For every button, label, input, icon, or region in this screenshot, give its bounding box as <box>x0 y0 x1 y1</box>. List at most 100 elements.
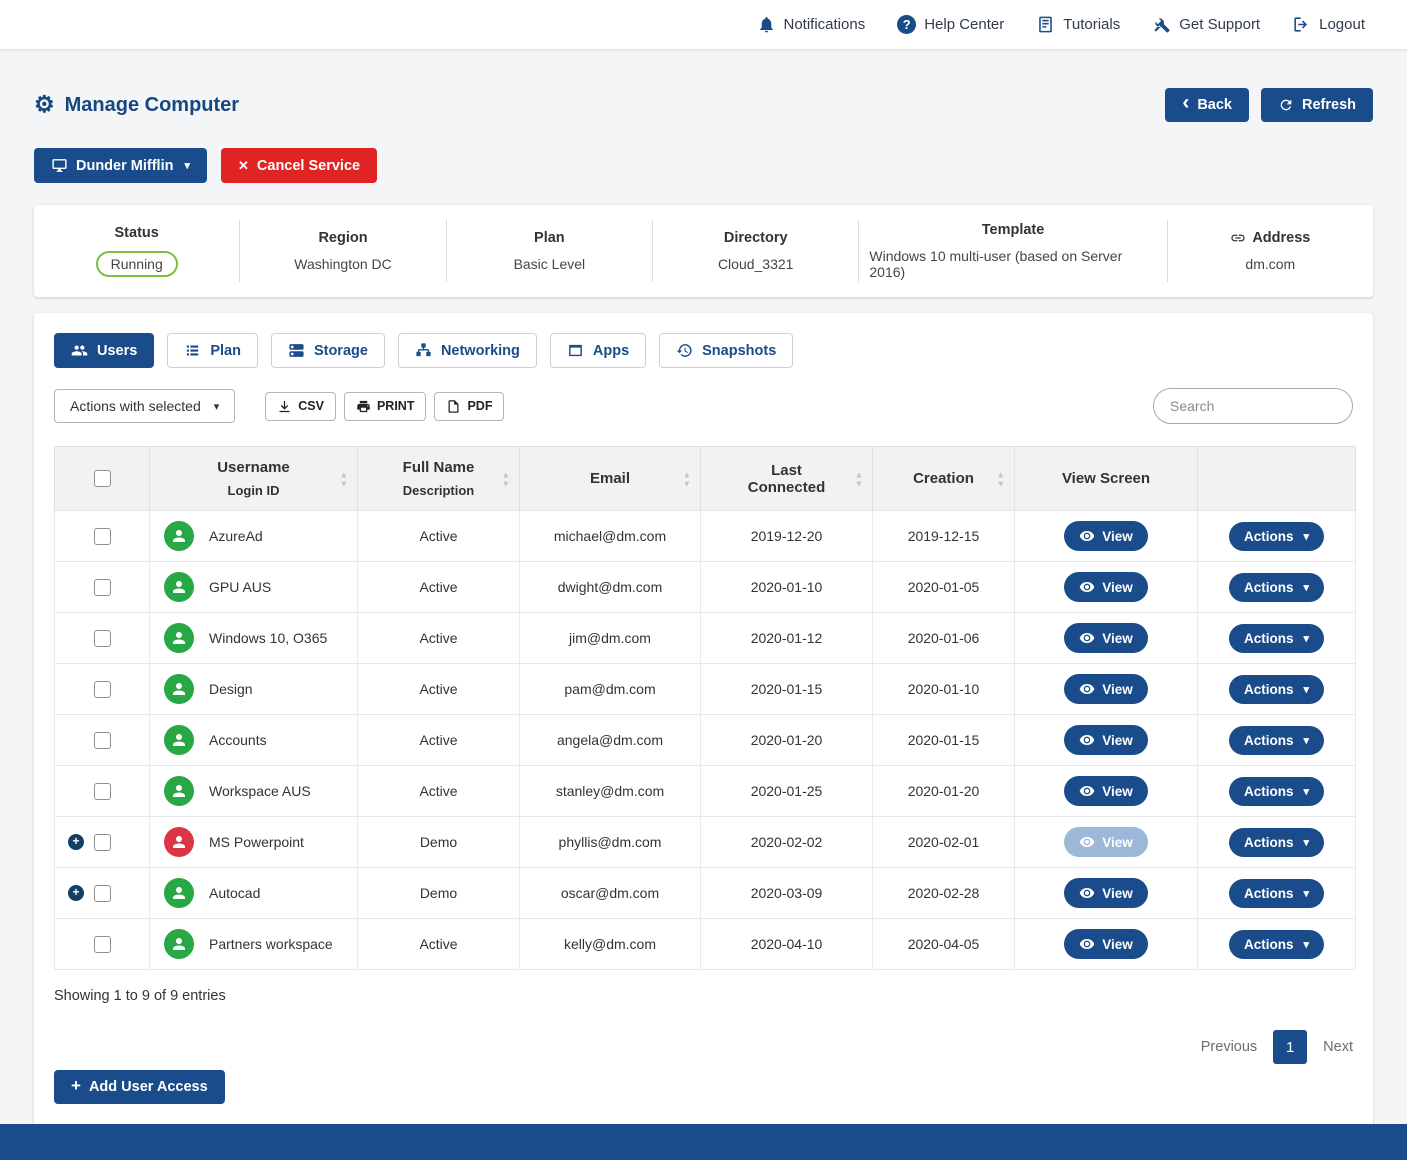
logout-icon <box>1292 15 1311 34</box>
view-button[interactable]: View <box>1064 929 1148 959</box>
row-checkbox[interactable] <box>94 732 111 749</box>
creation-cell: 2020-04-05 <box>873 919 1015 970</box>
row-checkbox[interactable] <box>94 783 111 800</box>
page-1-button[interactable]: 1 <box>1273 1030 1307 1064</box>
tab-users[interactable]: Users <box>54 333 154 368</box>
view-button[interactable]: View <box>1064 776 1148 806</box>
storage-drive-icon <box>288 342 305 359</box>
tutorials-menu-item[interactable]: Tutorials <box>1036 15 1120 34</box>
view-button[interactable]: View <box>1064 725 1148 755</box>
header-full-name[interactable]: Full Name Description <box>358 447 520 511</box>
username-text: Windows 10, O365 <box>209 630 327 646</box>
add-user-access-button[interactable]: Add User Access <box>54 1070 225 1104</box>
export-pdf-button[interactable]: PDF <box>434 392 504 421</box>
x-icon <box>238 158 249 174</box>
table-row: Autocad Demo oscar@dm.com 2020-03-09 202… <box>55 868 1356 919</box>
table-row: GPU AUS Active dwight@dm.com 2020-01-10 … <box>55 562 1356 613</box>
view-button[interactable]: View <box>1064 521 1148 551</box>
notifications-menu-item[interactable]: Notifications <box>757 15 866 34</box>
search-input[interactable] <box>1153 388 1353 424</box>
apps-window-icon <box>567 342 584 359</box>
status-badge: Running <box>96 251 178 277</box>
user-avatar-icon <box>164 776 194 806</box>
email-cell: pam@dm.com <box>520 664 701 715</box>
view-button[interactable]: View <box>1064 674 1148 704</box>
user-avatar-icon <box>164 572 194 602</box>
view-button[interactable]: View <box>1064 878 1148 908</box>
export-csv-button[interactable]: CSV <box>265 392 336 421</box>
row-actions-dropdown[interactable]: Actions <box>1229 879 1324 908</box>
snapshots-history-icon <box>676 342 693 359</box>
table-row: Workspace AUS Active stanley@dm.com 2020… <box>55 766 1356 817</box>
header-email[interactable]: Email <box>520 447 701 511</box>
computer-selector-dropdown[interactable]: Dunder Mifflin <box>34 148 207 183</box>
view-button[interactable]: View <box>1064 572 1148 602</box>
header-last-connected[interactable]: Last Connected <box>701 447 873 511</box>
row-checkbox[interactable] <box>94 936 111 953</box>
row-checkbox[interactable] <box>94 528 111 545</box>
help-center-menu-item[interactable]: Help Center <box>897 15 1004 34</box>
full-name-cell: Active <box>358 715 520 766</box>
logout-menu-item[interactable]: Logout <box>1292 15 1365 34</box>
header-select-all <box>55 447 150 511</box>
tab-apps[interactable]: Apps <box>550 333 646 368</box>
eye-icon <box>1079 528 1095 544</box>
showing-entries-text: Showing 1 to 9 of 9 entries <box>54 988 1353 1004</box>
tab-storage[interactable]: Storage <box>271 333 385 368</box>
previous-page-button[interactable]: Previous <box>1201 1039 1257 1055</box>
row-actions-dropdown[interactable]: Actions <box>1229 522 1324 551</box>
row-checkbox[interactable] <box>94 885 111 902</box>
row-actions-dropdown[interactable]: Actions <box>1229 930 1324 959</box>
print-button[interactable]: PRINT <box>344 392 427 421</box>
expand-row-icon[interactable] <box>68 834 84 850</box>
last-connected-cell: 2020-01-25 <box>701 766 873 817</box>
user-avatar-icon <box>164 929 194 959</box>
chevron-left-icon <box>1182 97 1189 113</box>
plan-list-icon <box>184 342 201 359</box>
view-button[interactable]: View <box>1064 623 1148 653</box>
email-cell: phyllis@dm.com <box>520 817 701 868</box>
select-all-checkbox[interactable] <box>94 470 111 487</box>
sort-icon <box>997 470 1005 487</box>
row-actions-dropdown[interactable]: Actions <box>1229 828 1324 857</box>
row-checkbox[interactable] <box>94 630 111 647</box>
expand-row-icon[interactable] <box>68 885 84 901</box>
row-actions-dropdown[interactable]: Actions <box>1229 726 1324 755</box>
user-avatar-icon <box>164 827 194 857</box>
row-checkbox[interactable] <box>94 834 111 851</box>
back-button[interactable]: Back <box>1165 88 1249 122</box>
row-actions-dropdown[interactable]: Actions <box>1229 624 1324 653</box>
creation-cell: 2020-01-20 <box>873 766 1015 817</box>
row-actions-dropdown[interactable]: Actions <box>1229 675 1324 704</box>
refresh-button[interactable]: Refresh <box>1261 88 1373 122</box>
user-avatar-icon <box>164 623 194 653</box>
next-page-button[interactable]: Next <box>1323 1039 1353 1055</box>
sort-icon <box>340 470 348 487</box>
cancel-service-button[interactable]: Cancel Service <box>221 148 377 183</box>
help-center-label: Help Center <box>924 16 1004 33</box>
tab-plan[interactable]: Plan <box>167 333 258 368</box>
printer-icon <box>356 399 371 414</box>
info-directory: Directory Cloud_3321 <box>653 220 859 282</box>
get-support-menu-item[interactable]: Get Support <box>1152 15 1260 34</box>
tab-snapshots[interactable]: Snapshots <box>659 333 793 368</box>
header-username[interactable]: Username Login ID <box>150 447 358 511</box>
header-creation[interactable]: Creation <box>873 447 1015 511</box>
last-connected-cell: 2020-04-10 <box>701 919 873 970</box>
eye-icon <box>1079 732 1095 748</box>
sort-icon <box>683 470 691 487</box>
row-checkbox[interactable] <box>94 681 111 698</box>
full-name-cell: Demo <box>358 868 520 919</box>
view-button[interactable]: View <box>1064 827 1148 857</box>
email-cell: stanley@dm.com <box>520 766 701 817</box>
row-actions-dropdown[interactable]: Actions <box>1229 573 1324 602</box>
header-actions <box>1198 447 1356 511</box>
actions-with-selected-dropdown[interactable]: Actions with selected <box>54 389 235 423</box>
user-avatar-icon <box>164 725 194 755</box>
row-checkbox[interactable] <box>94 579 111 596</box>
tab-networking[interactable]: Networking <box>398 333 537 368</box>
email-cell: oscar@dm.com <box>520 868 701 919</box>
row-actions-dropdown[interactable]: Actions <box>1229 777 1324 806</box>
info-plan: Plan Basic Level <box>447 220 653 282</box>
user-avatar-icon <box>164 674 194 704</box>
